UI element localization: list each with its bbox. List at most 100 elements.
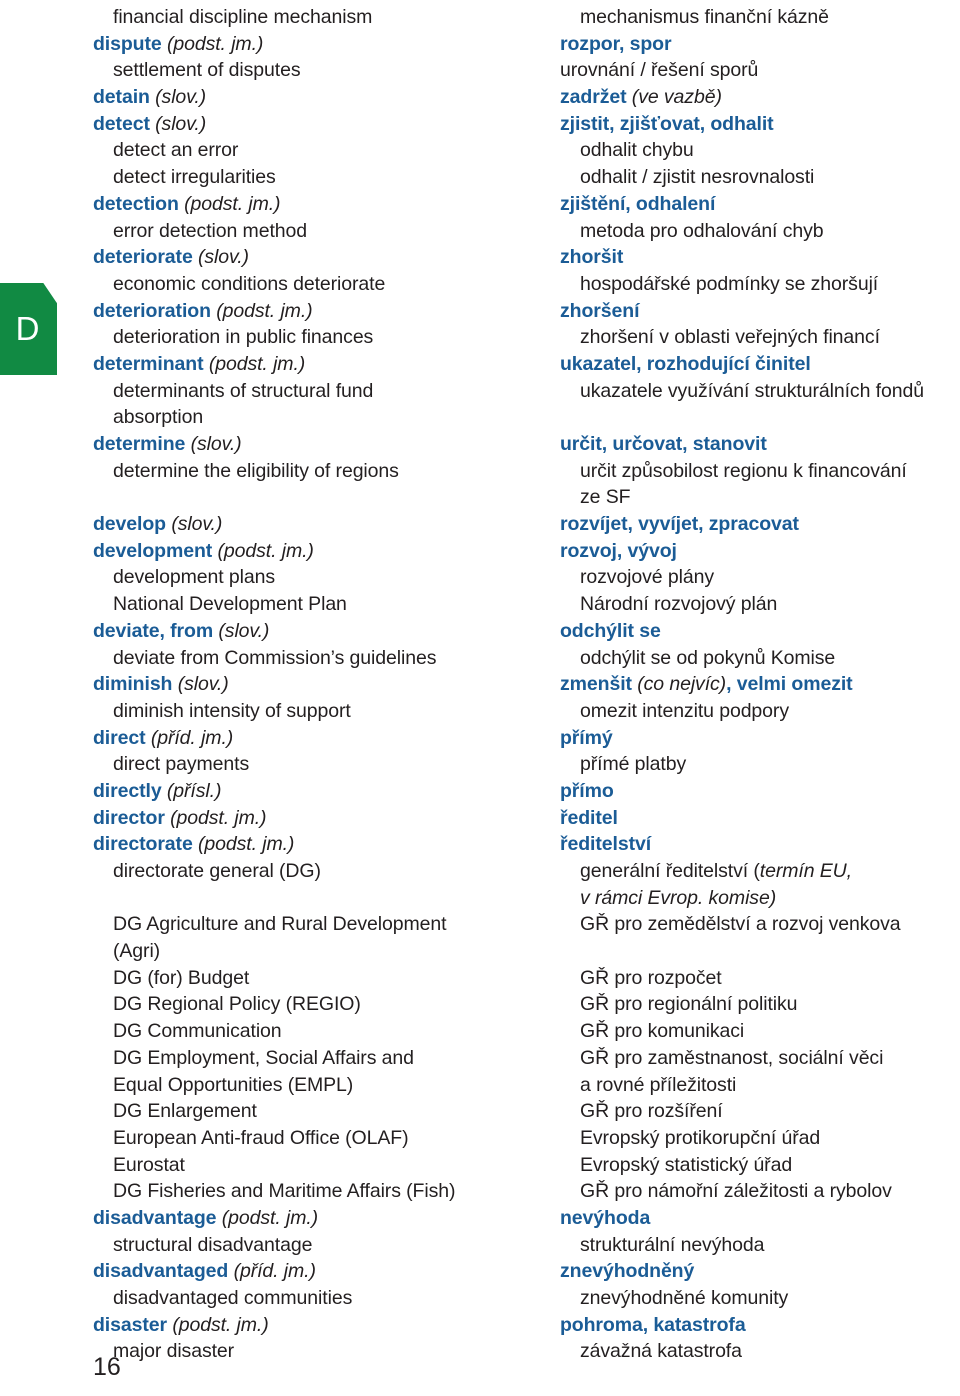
english-entry: Eurostat xyxy=(113,1152,185,1179)
part-of-speech: (slov.) xyxy=(213,619,270,642)
part-of-speech: (co nejvíc) xyxy=(631,673,727,696)
czech-entry: GŘ pro zaměstnanost, sociální věci xyxy=(580,1045,883,1072)
entry-row: absorption xyxy=(0,404,960,431)
english-entry: disadvantaged communities xyxy=(113,1285,352,1312)
czech-entry: Národní rozvojový plán xyxy=(580,591,777,618)
english-entry: DG Communication xyxy=(113,1018,282,1045)
entry-row: direct payments přímé platby xyxy=(0,751,960,778)
headword: disadvantage xyxy=(93,1206,217,1229)
czech-entry: hospodářské podmínky se zhoršují xyxy=(580,271,878,298)
english-entry: deterioration (podst. jm.) xyxy=(93,298,313,325)
english-entry: directorate (podst. jm.) xyxy=(93,831,294,858)
czech-entry: ze SF xyxy=(580,484,631,511)
english-entry: development plans xyxy=(113,564,275,591)
czech-entry: Evropský protikorupční úřad xyxy=(580,1125,820,1152)
entry-row: DG Enlargement GŘ pro rozšíření xyxy=(0,1098,960,1125)
part-of-speech: (slov.) xyxy=(166,513,223,536)
entry-text: deterioration in public finances xyxy=(113,326,374,349)
entry-row: financial discipline mechanism mechanismu… xyxy=(0,4,960,31)
entry-row: major disaster závažná katastrofa xyxy=(0,1338,960,1365)
czech-entry: ředitelství xyxy=(560,831,651,858)
english-entry: detection (podst. jm.) xyxy=(93,191,281,218)
headword: velmi omezit xyxy=(736,673,853,696)
entry-row: director (podst. jm.) ředitel xyxy=(0,805,960,832)
czech-entry: určit způsobilost regionu k financování xyxy=(580,458,907,485)
entry-text: metoda pro odhalování chyb xyxy=(580,219,824,242)
english-entry: DG Enlargement xyxy=(113,1098,257,1125)
english-entry: detain (slov.) xyxy=(93,84,206,111)
part-of-speech: (slov.) xyxy=(172,673,229,696)
czech-entry: GŘ pro komunikaci xyxy=(580,1018,744,1045)
entry-text: determinants of structural fund xyxy=(113,379,374,402)
part-of-speech: (slov.) xyxy=(185,433,242,455)
entry-text: Equal Opportunities (EMPL) xyxy=(113,1073,354,1096)
part-of-speech: (podst. jm.) xyxy=(216,1206,319,1229)
entry-row: DG Employment, Social Affairs and GŘ pro … xyxy=(0,1045,960,1072)
headword: rozvíjet, vyvíjet, zpracovat xyxy=(560,513,799,536)
czech-entry: závažná katastrofa xyxy=(580,1338,742,1365)
czech-entry: přímo xyxy=(560,778,614,805)
headword: , xyxy=(726,673,737,696)
entry-text: DG Enlargement xyxy=(113,1100,257,1123)
czech-entry: určit, určovat, stanovit xyxy=(560,431,767,458)
part-of-speech: (ve vazbě) xyxy=(626,86,722,109)
english-entry: structural disadvantage xyxy=(113,1232,312,1259)
entry-row: dispute (podst. jm.) rozpor, spor xyxy=(0,31,960,58)
entry-row: detect (slov.) zjistit, zjišťovat, odhali… xyxy=(0,111,960,138)
entry-text: DG (for) Budget xyxy=(113,966,250,989)
english-entry: direct (příd. jm.) xyxy=(93,725,233,752)
entry-row: Eurostat Evropský statistický úřad xyxy=(0,1152,960,1179)
entry-text: GŘ pro rozpočet xyxy=(580,966,722,989)
entry-row: disadvantaged (příd. jm.) znevýhodněný xyxy=(0,1258,960,1285)
entry-row: detect an error odhalit chybu xyxy=(0,137,960,164)
headword: ředitel xyxy=(560,806,618,829)
entry-text: DG Agriculture and Rural Development xyxy=(113,913,447,936)
entry-text: a rovné příležitosti xyxy=(580,1073,737,1096)
headword: development xyxy=(93,539,213,562)
czech-entry: a rovné příležitosti xyxy=(580,1072,736,1099)
english-entry: diminish intensity of support xyxy=(113,698,351,725)
headword: deteriorate xyxy=(93,246,193,269)
part-of-speech: (podst. jm.) xyxy=(212,539,314,562)
czech-entry: urovnání / řešení sporů xyxy=(560,57,758,84)
entry-text: diminish intensity of support xyxy=(113,699,351,722)
entry-text: Národní rozvojový plán xyxy=(580,593,778,616)
entry-row: National Development Plan Národní rozvojo… xyxy=(0,591,960,618)
czech-entry: znevýhodněné komunity xyxy=(580,1285,788,1312)
english-entry: determine (slov.) xyxy=(93,431,242,458)
english-entry: determinant (podst. jm.) xyxy=(93,351,305,378)
entry-row: directorate general (DG) generální ředite… xyxy=(0,858,960,885)
headword: deviate, from xyxy=(93,619,214,642)
czech-entry: rozpor, spor xyxy=(560,31,672,58)
czech-entry: ukazatel, rozhodující činitel xyxy=(560,351,811,378)
part-of-speech: (slov.) xyxy=(192,246,249,269)
headword: rozpor, spor xyxy=(560,32,672,55)
entry-text: závažná katastrofa xyxy=(580,1340,742,1363)
headword: disadvantaged xyxy=(93,1260,229,1283)
entry-text: GŘ pro zaměstnanost, sociální věci xyxy=(580,1046,884,1069)
italic-note: v rámci Evrop. komise) xyxy=(580,886,777,909)
entry-row: DG Regional Policy (REGIO) GŘ pro regioná… xyxy=(0,991,960,1018)
entry-row: error detection method metoda pro odhalov… xyxy=(0,218,960,245)
english-entry: determine the eligibility of regions xyxy=(113,458,399,485)
entry-row: European Anti-fraud Office (OLAF) Evropsk… xyxy=(0,1125,960,1152)
english-entry: (Agri) xyxy=(113,938,160,965)
headword: zhoršit xyxy=(560,246,624,269)
english-entry: disaster (podst. jm.) xyxy=(93,1312,269,1339)
czech-entry: přímý xyxy=(560,725,613,752)
czech-entry: metoda pro odhalování chyb xyxy=(580,218,824,245)
entry-row: Equal Opportunities (EMPL) a rovné přílež… xyxy=(0,1072,960,1099)
entry-text: rozvojové plány xyxy=(580,566,714,589)
headword: deterioration xyxy=(93,299,211,322)
part-of-speech: (podst. jm.) xyxy=(164,806,267,829)
entry-text: economic conditions deteriorate xyxy=(113,272,386,295)
entry-row: development plans rozvojové plány xyxy=(0,564,960,591)
czech-entry: v rámci Evrop. komise) xyxy=(580,885,776,912)
entry-row: deteriorate (slov.) zhoršit xyxy=(0,244,960,271)
headword: zmenšit xyxy=(560,673,632,696)
entry-text: detect irregularities xyxy=(113,166,276,189)
entry-row: settlement of disputes urovnání / řešení … xyxy=(0,57,960,84)
english-entry: DG Agriculture and Rural Development xyxy=(113,911,447,938)
headword: directorate xyxy=(93,833,193,856)
entry-text: urovnání / řešení sporů xyxy=(560,59,759,82)
